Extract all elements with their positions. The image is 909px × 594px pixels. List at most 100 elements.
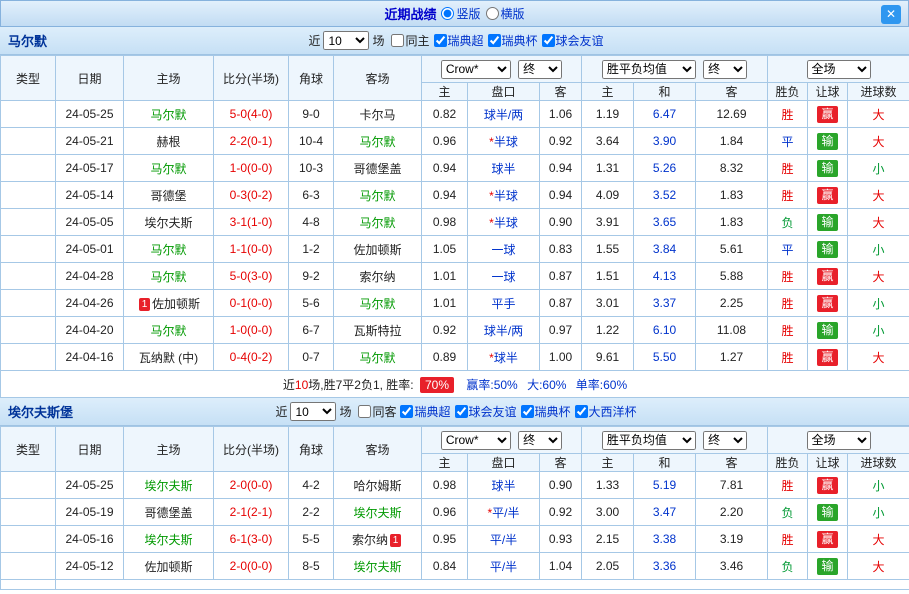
- home-team-link[interactable]: 马尔默: [150, 162, 186, 176]
- home-team-link[interactable]: 埃尔夫斯: [144, 216, 192, 230]
- home-team-link[interactable]: 马尔默: [150, 270, 186, 284]
- filter-checkbox[interactable]: [400, 405, 413, 418]
- away-team-link[interactable]: 索尔纳: [359, 270, 395, 284]
- score-cell[interactable]: 2-2(0-1): [214, 128, 289, 155]
- euro-lose-cell: 1.27: [696, 344, 768, 371]
- filter-option-瑞典超[interactable]: 瑞典超: [400, 403, 450, 420]
- filter-option-球会友谊[interactable]: 球会友谊: [542, 32, 604, 49]
- odds-mean-select[interactable]: 胜平负均值: [602, 431, 696, 450]
- score-cell[interactable]: 0-4(0-2): [214, 344, 289, 371]
- horizontal-radio[interactable]: [486, 7, 499, 20]
- col-asian-home: 主: [422, 83, 468, 101]
- away-team-link[interactable]: 马尔默: [359, 216, 395, 230]
- home-team-link[interactable]: 马尔默: [150, 324, 186, 338]
- filter-option-同客[interactable]: 同客: [358, 403, 396, 420]
- filter-option-瑞典杯[interactable]: 瑞典杯: [521, 403, 571, 420]
- score-cell[interactable]: 0-1(0-0): [214, 290, 289, 317]
- filter-checkbox[interactable]: [434, 34, 447, 47]
- away-team-link[interactable]: 埃尔夫斯: [353, 560, 401, 574]
- score-cell[interactable]: 2-0(0-0): [214, 472, 289, 499]
- vertical-radio[interactable]: [441, 7, 454, 20]
- asian-away-odds-cell: 1.00: [540, 344, 582, 371]
- filter-option-同主[interactable]: 同主: [391, 32, 429, 49]
- final-asian-select[interactable]: 终: [518, 60, 562, 79]
- home-team-cell: 埃尔夫斯: [124, 472, 214, 499]
- asian-home-odds-cell: 1.01: [422, 290, 468, 317]
- filter-checkbox[interactable]: [521, 405, 534, 418]
- score-cell[interactable]: 5-0(3-0): [214, 263, 289, 290]
- fulltime-select[interactable]: 全场: [807, 60, 871, 79]
- final-euro-select[interactable]: 终: [703, 431, 747, 450]
- away-team-link[interactable]: 卡尔马: [359, 108, 395, 122]
- bookmaker-select[interactable]: Crow*: [441, 60, 511, 79]
- close-icon[interactable]: ✕: [881, 5, 901, 24]
- filter-checkbox[interactable]: [542, 34, 555, 47]
- home-team-link[interactable]: 哥德堡盖: [144, 506, 192, 520]
- euro-win-cell: 3.00: [582, 499, 634, 526]
- euro-draw-cell: 3.65: [634, 209, 696, 236]
- away-team-link[interactable]: 哈尔姆斯: [353, 479, 401, 493]
- filter-checkbox[interactable]: [455, 405, 468, 418]
- score-cell[interactable]: 3-1(1-0): [214, 209, 289, 236]
- odds-mean-select[interactable]: 胜平负均值: [602, 60, 696, 79]
- away-team-link[interactable]: 马尔默: [359, 297, 395, 311]
- filter-checkbox[interactable]: [575, 405, 588, 418]
- filter-checkbox[interactable]: [358, 405, 371, 418]
- match-row: 瑞典超24-04-261佐加顿斯0-1(0-0)5-6马尔默1.01平手0.87…: [1, 290, 909, 317]
- handicap-cell: 一球: [468, 263, 540, 290]
- score-cell[interactable]: 5-0(4-0): [214, 101, 289, 128]
- final-asian-select[interactable]: 终: [518, 431, 562, 450]
- home-team-link[interactable]: 佐加顿斯: [152, 297, 200, 311]
- home-team-link[interactable]: 瓦纳默 (中): [139, 351, 198, 365]
- filter-checkbox[interactable]: [488, 34, 501, 47]
- bookmaker-select[interactable]: Crow*: [441, 431, 511, 450]
- layout-horizontal-option[interactable]: 横版: [486, 5, 525, 22]
- asian-away-odds-cell: 0.87: [540, 263, 582, 290]
- letball-badge: 赢: [817, 187, 837, 204]
- away-team-link[interactable]: 马尔默: [359, 351, 395, 365]
- filter-option-球会友谊[interactable]: 球会友谊: [455, 403, 517, 420]
- score-cell[interactable]: 1-1(0-0): [214, 236, 289, 263]
- home-team-link[interactable]: 马尔默: [150, 243, 186, 257]
- away-team-link[interactable]: 瓦斯特拉: [353, 324, 401, 338]
- away-team-link[interactable]: 埃尔夫斯: [353, 506, 401, 520]
- col-date: 日期: [56, 56, 124, 101]
- score-cell[interactable]: 1-0(0-0): [214, 155, 289, 182]
- home-team-link[interactable]: 埃尔夫斯: [144, 533, 192, 547]
- league-cell: 瑞典超: [1, 101, 56, 128]
- col-type: 类型: [1, 427, 56, 472]
- handicap-cell: *半球: [468, 209, 540, 236]
- score-cell[interactable]: 1-0(0-0): [214, 317, 289, 344]
- home-team-link[interactable]: 马尔默: [150, 108, 186, 122]
- away-team-link[interactable]: 佐加顿斯: [353, 243, 401, 257]
- away-team-cell: 马尔默: [334, 290, 422, 317]
- away-team-link[interactable]: 马尔默: [359, 189, 395, 203]
- recent-count-select[interactable]: 10: [290, 402, 336, 421]
- filter-option-瑞典杯[interactable]: 瑞典杯: [488, 32, 538, 49]
- asian-home-odds-cell: 0.95: [422, 526, 468, 553]
- home-team-link[interactable]: 埃尔夫斯: [144, 479, 192, 493]
- score-cell[interactable]: 6-1(3-0): [214, 526, 289, 553]
- away-team-link[interactable]: 索尔纳: [352, 533, 388, 547]
- fulltime-group: 全场: [768, 427, 909, 454]
- asian-home-odds-cell: 0.92: [422, 317, 468, 344]
- away-team-link[interactable]: 哥德堡盖: [353, 162, 401, 176]
- filter-option-瑞典超[interactable]: 瑞典超: [434, 32, 484, 49]
- final-euro-select[interactable]: 终: [703, 60, 747, 79]
- home-team-link[interactable]: 哥德堡: [150, 189, 186, 203]
- filter-checkbox[interactable]: [391, 34, 404, 47]
- filter-option-大西洋杯[interactable]: 大西洋杯: [575, 403, 637, 420]
- home-team-link[interactable]: 佐加顿斯: [144, 560, 192, 574]
- score-cell[interactable]: 0-3(0-2): [214, 182, 289, 209]
- away-team-link[interactable]: 马尔默: [359, 135, 395, 149]
- date-cell: 24-05-12: [56, 553, 124, 580]
- league-cell: 瑞典超: [1, 155, 56, 182]
- home-team-link[interactable]: 赫根: [156, 135, 180, 149]
- fulltime-select[interactable]: 全场: [807, 431, 871, 450]
- asian-away-odds-cell: 0.92: [540, 128, 582, 155]
- layout-vertical-option[interactable]: 竖版: [441, 5, 480, 22]
- matches-table-malmo: 类型 日期 主场 比分(半场) 角球 客场 Crow* 终 胜平负均值 终 全场: [0, 55, 909, 398]
- score-cell[interactable]: 2-1(2-1): [214, 499, 289, 526]
- recent-count-select[interactable]: 10: [323, 31, 369, 50]
- score-cell[interactable]: 2-0(0-0): [214, 553, 289, 580]
